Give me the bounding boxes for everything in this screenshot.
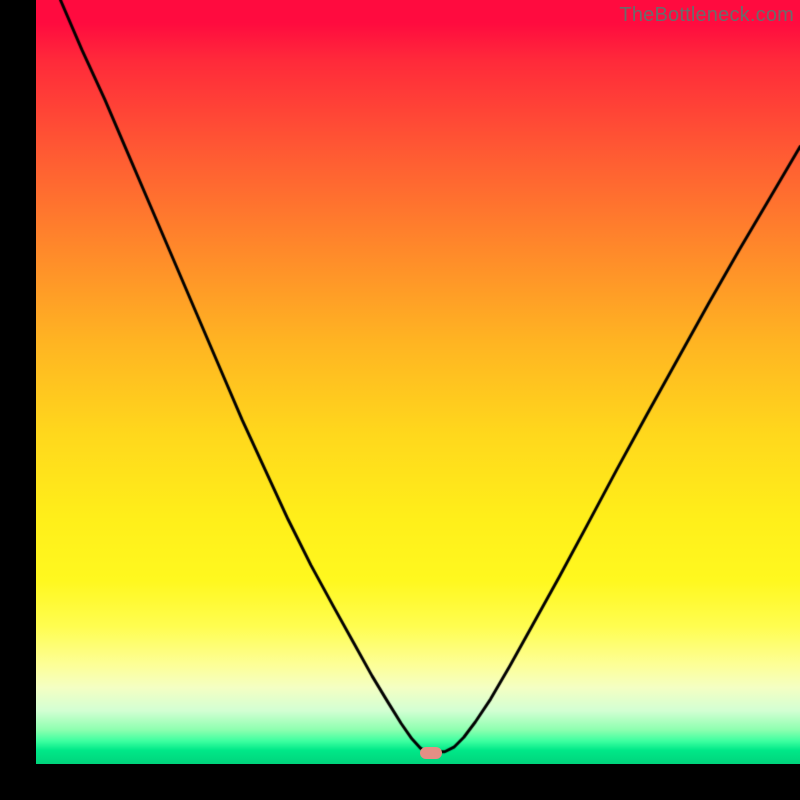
- optimal-marker: [420, 747, 442, 759]
- plot-area: [36, 0, 800, 764]
- bottleneck-curve: [36, 0, 800, 764]
- chart-frame: TheBottleneck.com: [0, 0, 800, 800]
- watermark-text: TheBottleneck.com: [619, 4, 794, 27]
